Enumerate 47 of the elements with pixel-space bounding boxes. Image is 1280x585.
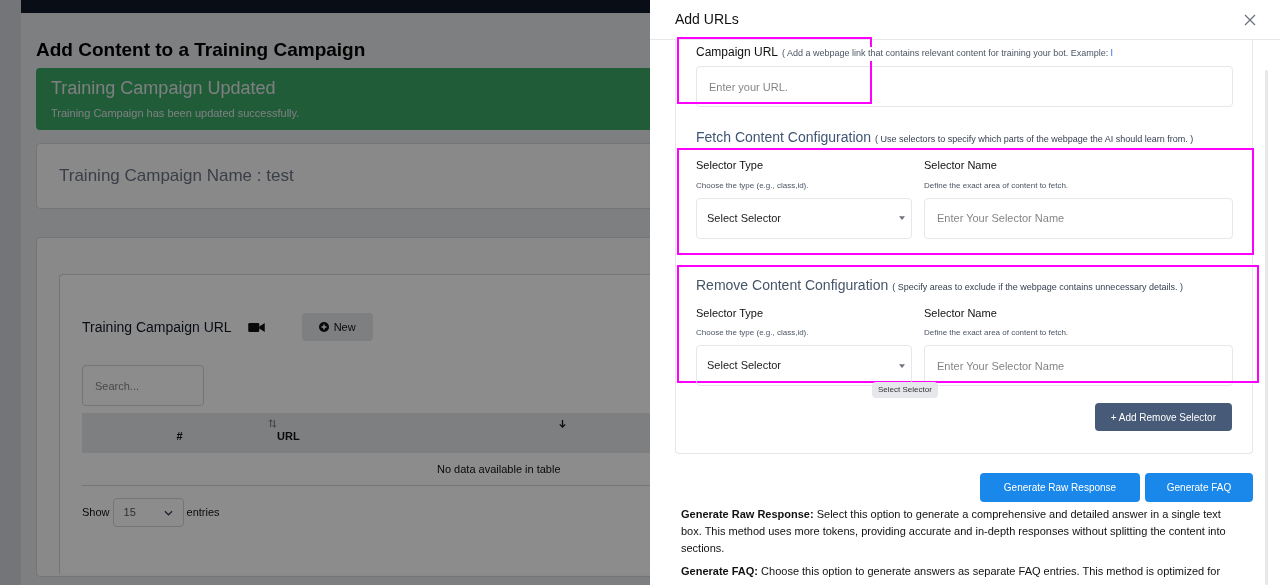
dropdown-caret-icon (899, 363, 905, 368)
generate-faq-button[interactable]: Generate FAQ (1145, 473, 1253, 502)
close-icon[interactable] (1244, 13, 1256, 26)
empty-table-message: No data available in table (437, 461, 561, 477)
field-label: Selector Name (924, 305, 998, 321)
field-label: Selector Type (696, 305, 765, 321)
field-label: Selector Name (924, 158, 998, 173)
column-header[interactable]: # (176, 427, 183, 444)
field-hint: Choose the type (e.g., class,id). (696, 327, 810, 339)
section-heading: Fetch Content Configuration (696, 128, 872, 147)
chevron-down-icon (163, 509, 173, 516)
field-hint: Define the exact area of content to fetch. (924, 179, 1070, 192)
description-text: Generate Raw Response: Select this option to generate a comprehensive and detailed answer in a single text box. This method uses more tokens, providing accurate and in-depth responses without splitting the content into sections. (681, 507, 1227, 556)
plus-circle-icon (318, 322, 329, 332)
url-input[interactable]: Enter your URL. (696, 66, 1233, 107)
example-link[interactable]: l (1110, 48, 1113, 58)
modal-title: Add URLs (675, 10, 739, 29)
field-hint: Define the exact area of content to fetch. (924, 327, 1070, 339)
search-field[interactable]: Search... (82, 365, 204, 406)
campaign-name: Training Campaign Name : test (59, 165, 294, 188)
column-header[interactable]: URL (277, 427, 300, 444)
page-title: Add Content to a Training Campaign (36, 38, 367, 62)
selector-name-input[interactable]: Enter Your Selector Name (924, 197, 1233, 239)
page-size-select[interactable]: 15 (112, 498, 184, 527)
field-hint: Choose the type (e.g., class,id). (696, 179, 810, 192)
generate-raw-response-button[interactable]: Generate Raw Response (980, 473, 1140, 502)
video-camera-icon[interactable] (247, 321, 265, 333)
tooltip: Select Selector (872, 382, 938, 398)
selector-name-input[interactable]: Enter Your Selector Name (924, 345, 1233, 386)
show-label: Show (82, 505, 110, 521)
new-button[interactable]: New (301, 313, 373, 341)
section-note: ( Use selectors to specify which parts of the webpage the AI should learn from. ) (875, 133, 1194, 146)
add-remove-selector-button[interactable]: + Add Remove Selector (1094, 403, 1232, 431)
sort-descending-icon[interactable] (558, 419, 567, 428)
description-text: Generate FAQ: Choose this option to generate answers as separate FAQ entries. This method is optimized for (681, 564, 1222, 579)
dropdown-caret-icon (899, 216, 905, 220)
section-heading: Remove Content Configuration (696, 275, 889, 295)
field-label: Selector Type (696, 158, 765, 173)
section-title: Training Campaign URL (82, 317, 232, 337)
field-label: Campaign URL (696, 44, 779, 61)
entries-label: entries (186, 505, 220, 521)
field-hint: ( Add a webpage link that contains relevant content for training your bot. Example: l (782, 47, 1113, 61)
sort-icon[interactable] (268, 419, 277, 428)
alert-title: Training Campaign Updated (51, 78, 277, 98)
section-note: ( Specify areas to exclude if the webpage contains unnecessary details. ) (892, 280, 1183, 294)
alert-message: Training Campaign has been updated successfully. (51, 106, 301, 121)
selector-type-select[interactable]: Select Selector (696, 197, 912, 239)
